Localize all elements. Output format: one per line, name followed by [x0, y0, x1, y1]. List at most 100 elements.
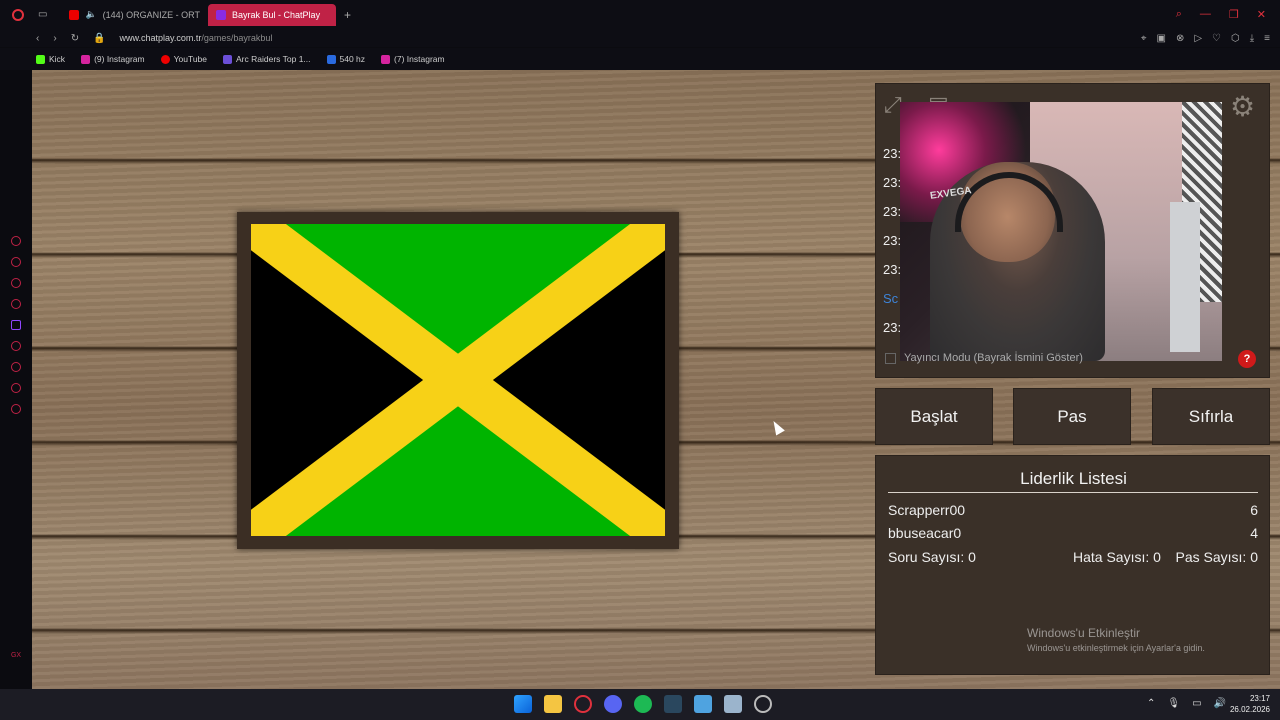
player-score: 4: [1250, 525, 1258, 541]
start-button[interactable]: Başlat: [875, 388, 993, 445]
extensions-icon[interactable]: ⬡: [1231, 33, 1240, 44]
messenger-icon[interactable]: [11, 299, 21, 309]
tab-chatplay[interactable]: Bayrak Bul - ChatPlay: [208, 3, 337, 26]
kick-icon: [36, 54, 45, 64]
system-tray: ⌃ 🎙 ▭ 🔊: [1147, 698, 1226, 709]
help-icon[interactable]: ?: [1238, 350, 1256, 368]
vpn-icon[interactable]: ⊗: [1176, 33, 1184, 44]
chatplay-icon: [216, 9, 227, 20]
reset-button[interactable]: Sıfırla: [1152, 388, 1270, 445]
url-host: www.chatplay.com.tr: [119, 33, 202, 43]
heart-icon[interactable]: ♡: [1212, 33, 1221, 44]
url-field[interactable]: www.chatplay.com.tr/games/bayrakbul: [120, 33, 273, 43]
instagram-icon: [81, 54, 91, 64]
fullscreen-icon[interactable]: ⤢: [884, 92, 902, 118]
bookmarks-bar: Kick (9) Instagram YouTube Arc Raiders T…: [0, 48, 1280, 70]
reload-icon[interactable]: ↻: [71, 33, 79, 44]
obs-icon[interactable]: [754, 695, 772, 713]
youtube-icon: [69, 9, 80, 20]
opera-logo-icon[interactable]: [12, 8, 24, 21]
microphone-icon[interactable]: 🎙: [1167, 698, 1180, 709]
player-name: bbuseacar0: [888, 525, 962, 541]
chat-time: 23:: [883, 175, 902, 190]
bookmark-youtube[interactable]: YouTube: [160, 54, 207, 64]
twitch-icon[interactable]: [11, 320, 21, 330]
search-icon[interactable]: ⌕: [1176, 8, 1182, 21]
bookmark-instagram-2[interactable]: (7) Instagram: [381, 54, 445, 64]
new-tab-icon[interactable]: +: [344, 8, 351, 22]
chat-timestamps: 23: 23: 23: 23: 23: Sc 23:: [883, 139, 901, 342]
settings-sidebar-icon[interactable]: [11, 404, 21, 414]
streamer-mode-checkbox[interactable]: [885, 352, 896, 364]
audio-icon[interactable]: 🔈: [85, 9, 96, 20]
tab-youtube[interactable]: 🔈 (144) ORGANIZE - ORT: [61, 4, 208, 26]
settings-gear-icon[interactable]: ⚙: [1230, 90, 1255, 123]
windows-taskbar: ⌃ 🎙 ▭ 🔊 23:17 26.02.2026: [0, 689, 1280, 720]
chat-time: 23:: [883, 320, 902, 335]
bookmark-540hz[interactable]: 540 hz: [326, 54, 365, 64]
settings-app-icon[interactable]: [724, 695, 742, 713]
webcam-overlay: EXVEGA: [900, 102, 1222, 361]
notepad-icon[interactable]: [694, 695, 712, 713]
browser-sidebar: GX: [0, 70, 32, 689]
maximize-icon[interactable]: ❐: [1229, 8, 1239, 21]
aria-icon[interactable]: [11, 236, 21, 246]
network-icon[interactable]: ▭: [1192, 698, 1201, 709]
back-icon[interactable]: ‹: [36, 33, 39, 44]
pin-icon[interactable]: ⌖: [1141, 33, 1147, 44]
forward-icon[interactable]: ›: [53, 33, 56, 44]
crypto-wallet-icon[interactable]: [11, 257, 21, 267]
discord-taskbar-icon[interactable]: [604, 695, 622, 713]
leaderboard-row: bbuseacar0 4: [888, 525, 1258, 541]
extensions-sidebar-icon[interactable]: [11, 383, 21, 393]
address-bar: ‹ › ↻ 🔒 www.chatplay.com.tr/games/bayrak…: [0, 29, 1280, 47]
discord-icon[interactable]: [11, 278, 21, 288]
clock-date: 26.02.2026: [1229, 705, 1270, 714]
player-score: 6: [1250, 502, 1258, 518]
error-count: Hata Sayısı: 0: [1073, 549, 1161, 565]
download-icon[interactable]: ⤓: [1250, 33, 1254, 44]
tab-label: (144) ORGANIZE - ORT: [102, 9, 201, 20]
snapshot-icon[interactable]: ▣: [1156, 33, 1165, 44]
chat-time: 23:: [883, 204, 902, 219]
tab-label: Bayrak Bul - ChatPlay: [232, 9, 321, 20]
vimeo-icon: [326, 54, 336, 64]
player-sidebar-icon[interactable]: [11, 341, 21, 351]
close-icon[interactable]: ✕: [1257, 8, 1266, 21]
pass-button[interactable]: Pas: [1013, 388, 1131, 445]
history-icon[interactable]: [11, 362, 21, 372]
leaderboard-row: Scrapperr00 6: [888, 502, 1258, 518]
volume-icon[interactable]: 🔊: [1214, 698, 1226, 709]
chat-time: 23:: [883, 233, 902, 248]
leaderboard-divider: [888, 492, 1258, 493]
url-path: /games/bayrakbul: [201, 33, 273, 43]
workspaces-icon[interactable]: ▭: [38, 9, 47, 20]
opera-gx-icon[interactable]: [574, 695, 592, 713]
file-explorer-icon[interactable]: [544, 695, 562, 713]
taskbar-clock[interactable]: 23:17 26.02.2026: [1230, 693, 1270, 715]
chat-time: 23:: [883, 262, 902, 277]
bookmark-arc-raiders[interactable]: Arc Raiders Top 1...: [223, 54, 311, 64]
gx-icon: GX: [10, 652, 22, 659]
bookmark-site-icon: [223, 54, 233, 64]
player-icon[interactable]: ▷: [1194, 33, 1202, 44]
steam-icon[interactable]: [664, 695, 682, 713]
leaderboard-title: Liderlik Listesi: [1020, 469, 1127, 488]
lock-icon: 🔒: [93, 32, 106, 44]
bookmark-instagram-1[interactable]: (9) Instagram: [81, 54, 145, 64]
jamaica-flag: [251, 224, 665, 536]
player-name: Scrapperr00: [888, 502, 966, 518]
activation-watermark: Windows'u Etkinleştir Windows'u etkinleş…: [1027, 626, 1205, 653]
watermark-subtitle: Windows'u etkinleştirmek için Ayarlar'a …: [1027, 643, 1205, 653]
menu-icon[interactable]: ≡: [1264, 33, 1270, 44]
pass-count: Pas Sayısı: 0: [1175, 549, 1258, 565]
question-count: Soru Sayısı: 0: [888, 549, 976, 565]
spotify-icon[interactable]: [634, 695, 652, 713]
tray-chevron-icon[interactable]: ⌃: [1147, 698, 1155, 709]
windows-start-icon[interactable]: [514, 695, 532, 713]
minimize-icon[interactable]: —: [1200, 8, 1211, 21]
streamer-mode-option[interactable]: Yayıncı Modu (Bayrak İsmini Göster): [885, 352, 1083, 364]
youtube-icon: [160, 54, 170, 64]
bookmark-kick[interactable]: Kick: [36, 54, 65, 64]
chat-username: Sc: [883, 291, 899, 306]
